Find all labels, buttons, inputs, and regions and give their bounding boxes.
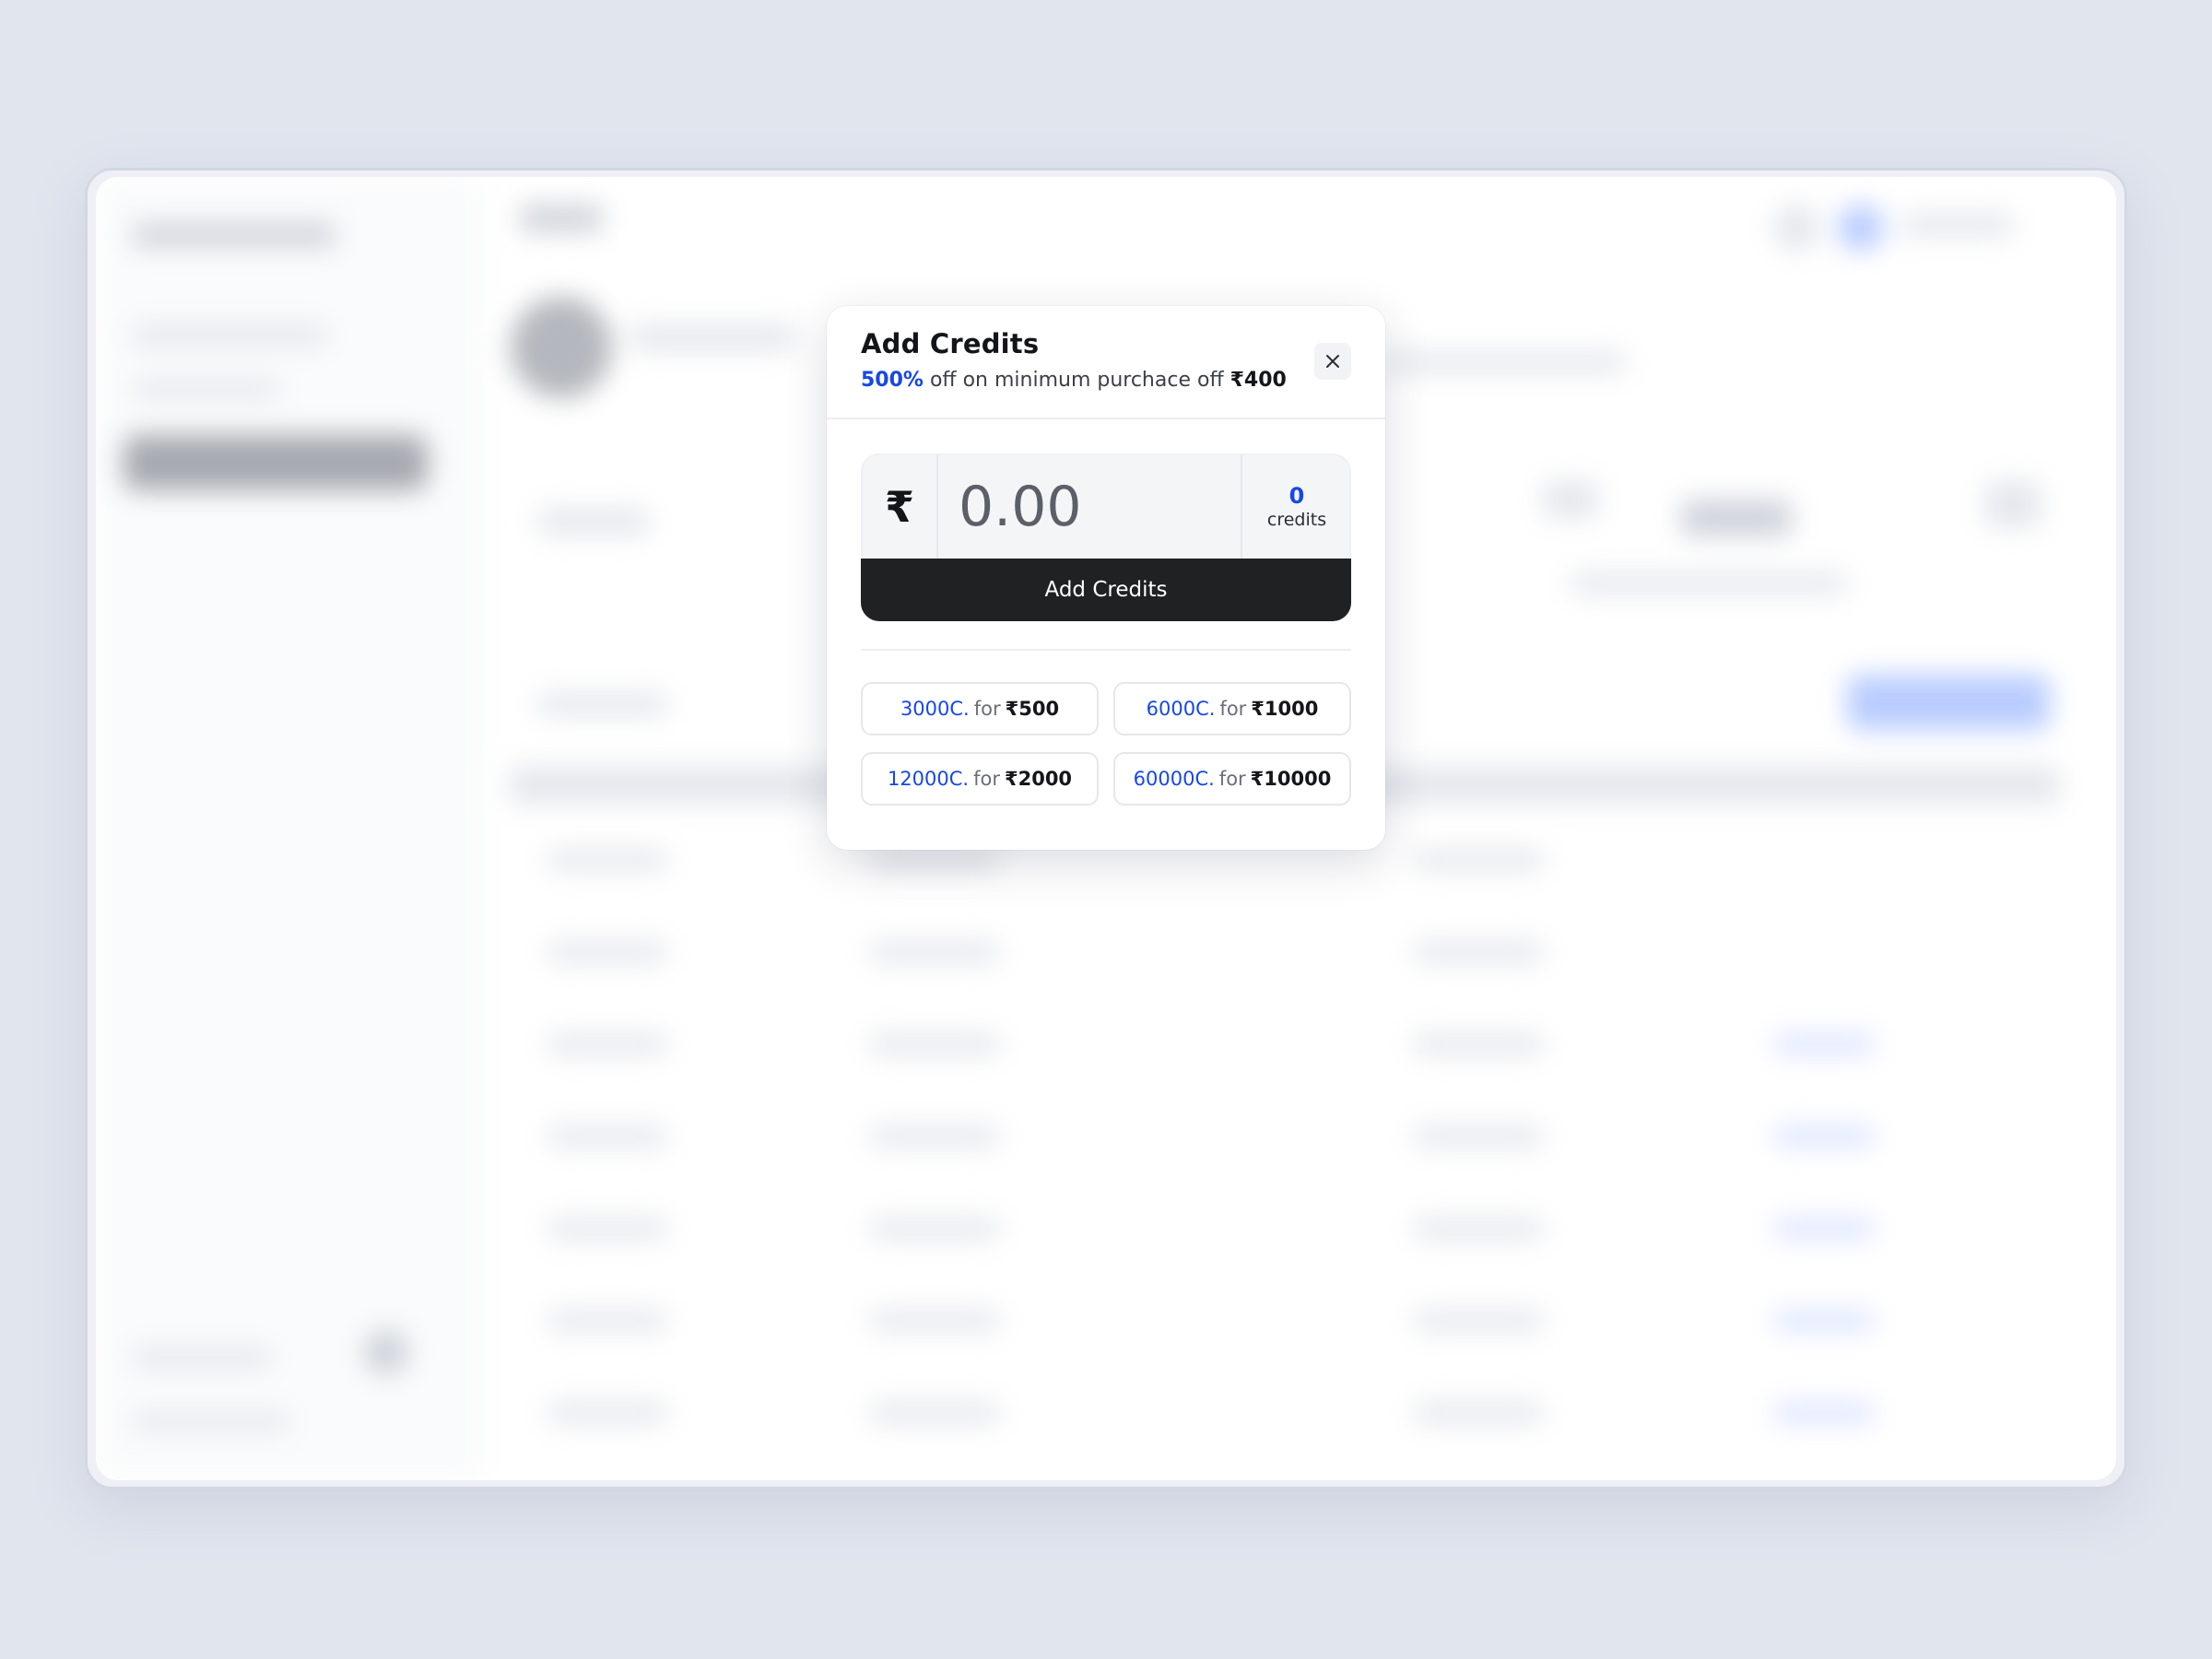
background-table-cell bbox=[1414, 1126, 1543, 1147]
background-footer-avatar bbox=[363, 1329, 409, 1375]
package-option[interactable]: 12000C. for ₹2000 bbox=[861, 752, 1099, 806]
background-table-cell bbox=[547, 1034, 667, 1054]
package-option[interactable]: 6000C. for ₹1000 bbox=[1113, 682, 1351, 735]
background-nav-item bbox=[133, 380, 280, 398]
background-footer-text bbox=[133, 1347, 271, 1368]
package-option[interactable]: 60000C. for ₹10000 bbox=[1113, 752, 1351, 806]
background-stat bbox=[1543, 481, 1598, 518]
amount-input[interactable] bbox=[940, 455, 1241, 559]
background-section-title bbox=[538, 693, 667, 715]
background-stat bbox=[1985, 481, 2041, 527]
background-table-cell bbox=[1414, 850, 1543, 870]
package-for: for bbox=[1219, 698, 1247, 720]
background-table-cell bbox=[870, 850, 999, 870]
package-price: ₹500 bbox=[1005, 698, 1060, 720]
background-table-cell bbox=[870, 1126, 999, 1147]
background-table-cell bbox=[1414, 1218, 1543, 1239]
background-user bbox=[1902, 214, 2013, 236]
credits-count: 0 bbox=[1288, 483, 1305, 509]
modal-header: Add Credits 500% off on minimum purchace… bbox=[827, 306, 1385, 419]
package-credits: 60000C. bbox=[1133, 768, 1215, 790]
background-nav-item bbox=[133, 324, 326, 347]
currency-symbol: ₹ bbox=[863, 455, 938, 559]
background-table-cell bbox=[547, 850, 667, 870]
background-table-link bbox=[1773, 1218, 1875, 1239]
package-credits: 3000C. bbox=[900, 698, 970, 720]
background-logo bbox=[133, 223, 335, 247]
background-table-cell bbox=[870, 1218, 999, 1239]
background-table-link bbox=[1773, 1126, 1875, 1147]
background-table-cell bbox=[1414, 1311, 1543, 1331]
credits-preview: 0 credits bbox=[1241, 455, 1351, 559]
background-table-cell bbox=[547, 1403, 667, 1423]
background-table-cell bbox=[547, 1126, 667, 1147]
background-table-cell bbox=[547, 1218, 667, 1239]
background-icon bbox=[1838, 205, 1884, 251]
package-for: for bbox=[1218, 768, 1246, 790]
package-credits: 12000C. bbox=[887, 768, 970, 790]
close-icon bbox=[1326, 355, 1339, 368]
background-nav-selected bbox=[124, 435, 428, 490]
background-stat bbox=[538, 509, 649, 535]
background-action-button bbox=[1847, 675, 2050, 730]
background-profile-meta bbox=[1386, 352, 1626, 372]
offer-description: off on minimum purchace off bbox=[923, 369, 1230, 392]
offer-highlight: 500% bbox=[861, 369, 924, 392]
package-price: ₹1000 bbox=[1251, 698, 1319, 720]
package-for: for bbox=[973, 698, 1001, 720]
background-avatar bbox=[511, 297, 612, 398]
background-table-cell bbox=[870, 942, 999, 962]
background-table-cell bbox=[1414, 942, 1543, 962]
credits-label: credits bbox=[1266, 510, 1327, 530]
background-stat-caption bbox=[1571, 573, 1847, 594]
package-for: for bbox=[973, 768, 1000, 790]
background-table-cell bbox=[870, 1311, 999, 1331]
background-table-cell bbox=[870, 1034, 999, 1054]
background-table-cell bbox=[1414, 1034, 1543, 1054]
background-table-cell bbox=[870, 1403, 999, 1423]
background-profile-name bbox=[630, 324, 796, 350]
package-price: ₹2000 bbox=[1004, 768, 1073, 790]
add-credits-modal: Add Credits 500% off on minimum purchace… bbox=[827, 306, 1385, 850]
background-footer-text bbox=[133, 1412, 289, 1430]
package-option[interactable]: 3000C. for ₹500 bbox=[861, 682, 1099, 735]
add-credits-button[interactable]: Add Credits bbox=[861, 559, 1351, 621]
background-table-cell bbox=[547, 942, 667, 962]
amount-field-group: ₹ 0 credits bbox=[861, 453, 1351, 560]
background-table-link bbox=[1773, 1034, 1875, 1054]
background-stat bbox=[1681, 500, 1792, 536]
background-table-cell bbox=[547, 1311, 667, 1331]
modal-title: Add Credits bbox=[861, 328, 1040, 359]
background-icon bbox=[1773, 205, 1819, 251]
close-button[interactable] bbox=[1314, 343, 1351, 380]
background-page-title bbox=[520, 205, 603, 232]
package-credits: 6000C. bbox=[1146, 698, 1216, 720]
background-sidebar bbox=[96, 177, 483, 1480]
package-price: ₹10000 bbox=[1250, 768, 1332, 790]
offer-text: 500% off on minimum purchace off ₹400 bbox=[861, 369, 1287, 392]
background-table-link bbox=[1773, 1403, 1875, 1423]
divider bbox=[861, 649, 1351, 651]
offer-amount: ₹400 bbox=[1230, 369, 1287, 392]
background-table-link bbox=[1773, 1311, 1875, 1331]
background-table-cell bbox=[1414, 1403, 1543, 1423]
